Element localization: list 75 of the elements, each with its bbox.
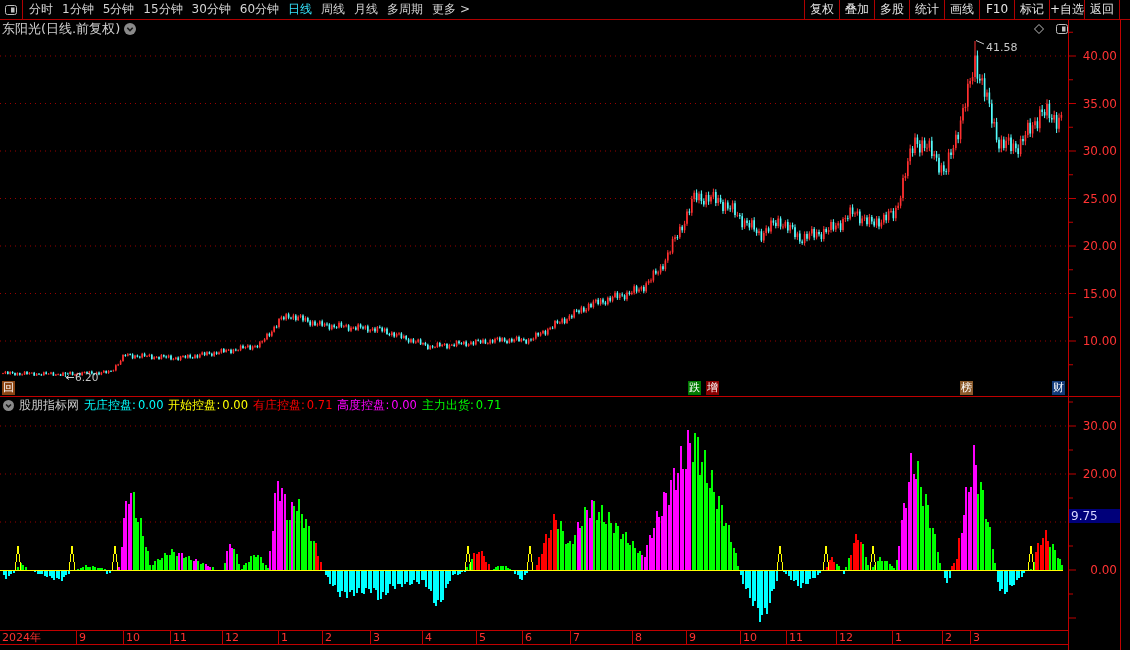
legend-value: 0.71 — [475, 397, 502, 413]
month-label: 1 — [892, 631, 942, 644]
period-tab[interactable]: 60分钟 — [239, 0, 280, 19]
toolbar-button[interactable]: 返回 — [1084, 0, 1119, 19]
cursor-value-label: 9.75 — [1069, 509, 1120, 524]
month-label: 3 — [970, 631, 985, 644]
indicator-axis-label: 30.00 — [1082, 419, 1117, 433]
indicator-name: 股朋指标网 — [19, 397, 79, 413]
indicator-axis-label: 0.00 — [1090, 563, 1117, 577]
price-axis-label: 40.00 — [1082, 49, 1117, 63]
price-axis-label: 20.00 — [1082, 239, 1117, 253]
chart-title: 东阳光(日线.前复权) — [2, 20, 121, 38]
toolbar-button[interactable]: 多股 — [874, 0, 909, 19]
event-marker[interactable]: 榜 — [960, 381, 973, 395]
period-tab[interactable]: 1分钟 — [62, 0, 94, 19]
price-axis-label: 10.00 — [1082, 334, 1117, 348]
diamond-icon[interactable] — [1034, 24, 1044, 34]
legend-label: 开始控盘: — [168, 397, 221, 413]
month-label: 3 — [370, 631, 422, 644]
legend-label: 有庄控盘: — [252, 397, 305, 413]
period-tab[interactable]: 周线 — [321, 0, 346, 19]
month-label: 11 — [786, 631, 836, 644]
month-label: 9 — [76, 631, 123, 644]
period-tab[interactable]: 30分钟 — [191, 0, 231, 19]
toolbar-button[interactable]: 复权 — [804, 0, 839, 19]
dropdown-icon[interactable] — [124, 23, 137, 35]
month-label: 8 — [632, 631, 686, 644]
event-marker[interactable]: 回 — [2, 381, 15, 395]
price-axis-label: 35.00 — [1082, 96, 1117, 111]
legend-value: 0.71 — [306, 397, 333, 413]
legend-value: 0.00 — [222, 397, 248, 413]
panel-toggle-icon[interactable] — [1056, 24, 1068, 34]
price-axis-label: 30.00 — [1082, 144, 1117, 158]
period-tab[interactable]: 日线 — [288, 0, 313, 19]
dropdown-icon[interactable] — [3, 399, 14, 411]
toolbar-button[interactable]: 统计 — [909, 0, 944, 19]
toolbar-button[interactable]: 标记 — [1014, 0, 1049, 19]
month-label: 6 — [522, 631, 570, 644]
toolbar-button[interactable]: F10 — [979, 0, 1014, 19]
high-price-label: 41.58 — [975, 40, 1018, 54]
indicator-axis-label: 20.00 — [1082, 467, 1117, 481]
month-label: 12 — [222, 631, 278, 644]
legend-label: 主力出货: — [421, 397, 474, 413]
legend-value: 0.00 — [391, 397, 417, 413]
month-label: 7 — [570, 631, 632, 644]
period-tab[interactable]: 多周期 — [387, 0, 424, 19]
month-label: 10 — [740, 631, 786, 644]
month-label: 12 — [836, 631, 892, 644]
month-label: 9 — [686, 631, 740, 644]
month-label: 2 — [322, 631, 370, 644]
legend-label: 无庄控盘: — [84, 397, 136, 413]
month-label: 2024年 — [1, 631, 42, 644]
legend-value: 0.00 — [137, 397, 164, 413]
month-label: 1 — [278, 631, 322, 644]
legend-label: 高度控盘: — [337, 397, 390, 413]
month-label: 10 — [123, 631, 170, 644]
toolbar-button[interactable]: 叠加 — [839, 0, 874, 19]
low-price-label: 6.20 — [65, 371, 99, 383]
month-label: 11 — [170, 631, 222, 644]
price-axis-label: 25.00 — [1082, 191, 1117, 206]
period-tab[interactable]: 月线 — [354, 0, 379, 19]
price-axis-label: 15.00 — [1082, 286, 1117, 301]
more-button[interactable]: 更多 > — [432, 0, 470, 19]
toolbar-button[interactable]: 画线 — [944, 0, 979, 19]
month-label: 2 — [942, 631, 970, 644]
event-marker[interactable]: 增 — [706, 381, 719, 395]
toolbar-button[interactable]: +自选 — [1049, 0, 1084, 19]
period-tab[interactable]: 15分钟 — [143, 0, 183, 19]
period-tab[interactable]: 分时 — [29, 0, 53, 19]
month-label: 4 — [422, 631, 476, 644]
period-tab[interactable]: 5分钟 — [102, 0, 135, 19]
month-label: 5 — [476, 631, 522, 644]
event-marker[interactable]: 跌 — [688, 381, 701, 395]
panel-toggle-icon — [5, 4, 17, 15]
event-marker[interactable]: 财 — [1052, 381, 1065, 395]
